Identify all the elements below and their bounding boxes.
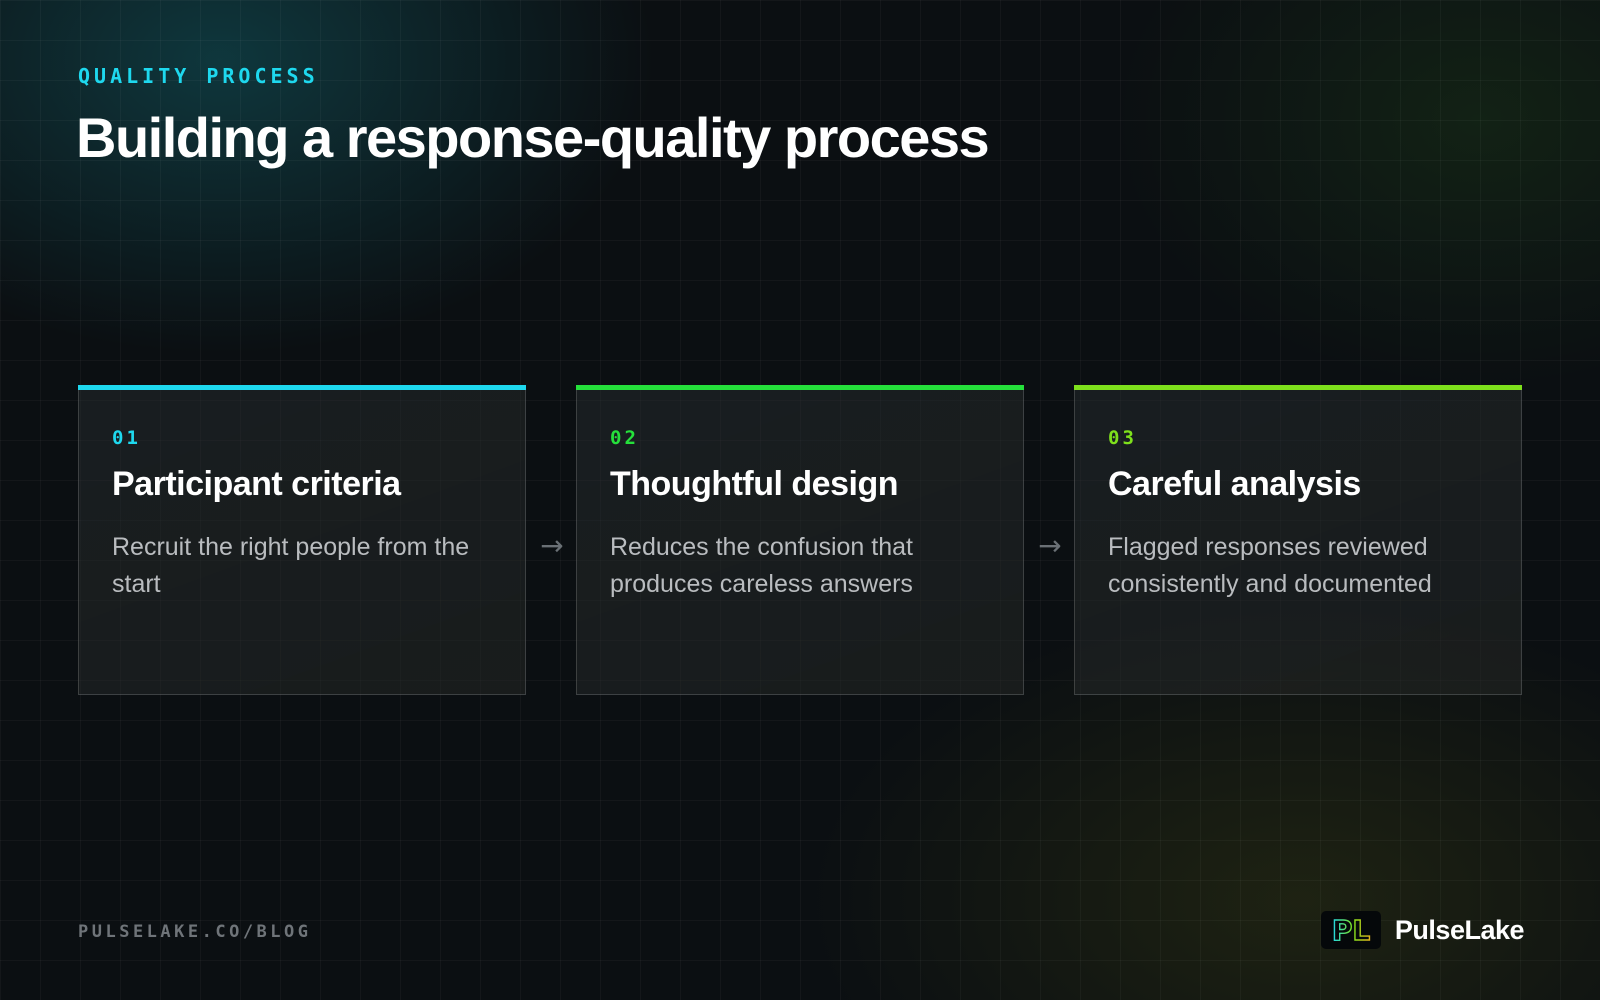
step-title: Careful analysis	[1108, 465, 1361, 503]
logo-lettering: PL	[1332, 914, 1371, 947]
step-number: 01	[112, 427, 141, 449]
step-card-participant-criteria: 01 Participant criteria Recruit the righ…	[78, 385, 526, 695]
step-description: Recruit the right people from the start	[112, 533, 470, 598]
step-number: 03	[1108, 427, 1137, 449]
page-title: Building a response-quality process	[76, 106, 990, 169]
step-description: Flagged responses reviewed consistently …	[1108, 533, 1432, 598]
step-title: Participant criteria	[112, 465, 401, 503]
pulselake-logo-svg: PL	[1331, 913, 1371, 947]
card-accent-bar	[78, 385, 526, 390]
arrow-right-icon: →	[540, 529, 564, 562]
step-card-careful-analysis: 03 Careful analysis Flagged responses re…	[1074, 385, 1522, 695]
footer-url: PULSELAKE.CO/BLOG	[78, 922, 312, 942]
pulselake-logo-icon: PL	[1320, 911, 1381, 949]
step-description: Reduces the confusion that produces care…	[610, 533, 913, 598]
brand-lockup: PL PulseLake	[1320, 911, 1525, 949]
eyebrow-label: QUALITY PROCESS	[78, 64, 319, 88]
step-number: 02	[610, 427, 639, 449]
step-title: Thoughtful design	[610, 465, 899, 503]
arrow-right-icon: →	[1038, 529, 1062, 562]
card-accent-bar	[576, 385, 1024, 390]
card-accent-bar	[1074, 385, 1522, 390]
step-card-thoughtful-design: 02 Thoughtful design Reduces the confusi…	[576, 385, 1024, 695]
brand-name: PulseLake	[1394, 914, 1525, 945]
